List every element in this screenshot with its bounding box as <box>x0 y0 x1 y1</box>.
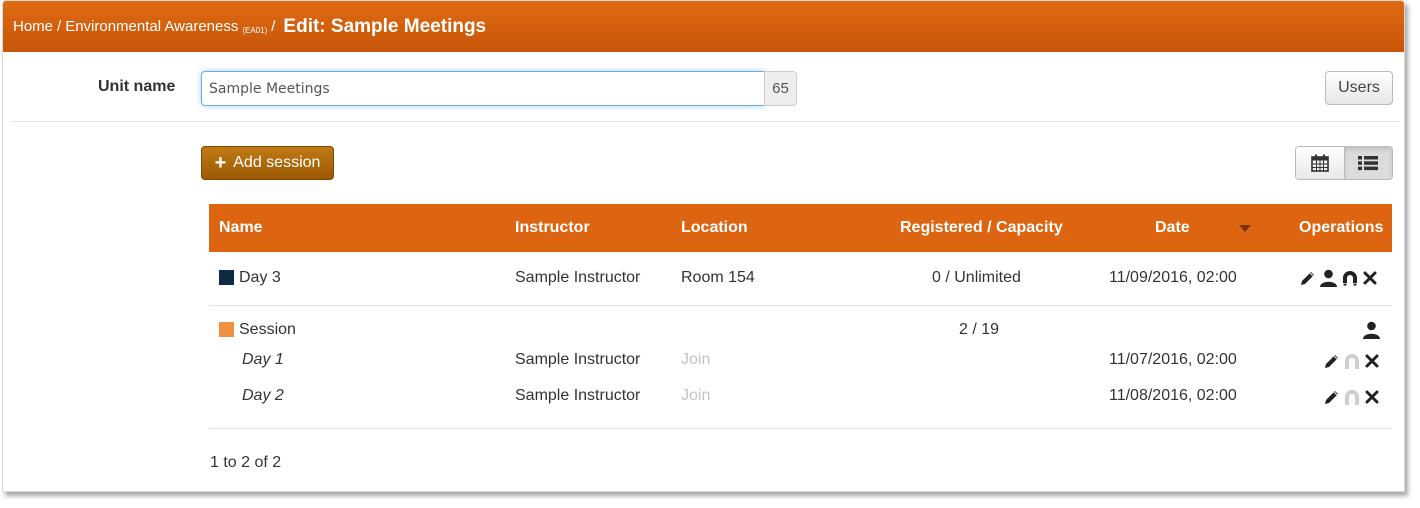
breadcrumb: Home / Environmental Awareness (EA01) / E… <box>3 1 1404 52</box>
view-toggle <box>1295 146 1393 180</box>
edit-icon[interactable] <box>1323 389 1340 406</box>
user-icon[interactable] <box>1319 269 1338 287</box>
session-registered: 0 / Unlimited <box>932 269 1021 286</box>
breadcrumb-course-code: (EA01) <box>242 26 268 35</box>
users-button[interactable]: Users <box>1325 71 1393 105</box>
session-date: 11/09/2016, 02:00 <box>1109 269 1237 286</box>
delete-icon[interactable] <box>1364 389 1380 405</box>
column-header-location[interactable]: Location <box>681 219 748 237</box>
page-title: Edit: Sample Meetings <box>283 15 487 37</box>
meeting-date: 11/07/2016, 02:00 <box>1109 351 1237 368</box>
session-name[interactable]: Day 3 <box>239 269 281 287</box>
session-location: Room 154 <box>681 269 755 286</box>
meeting-instructor: Sample Instructor <box>515 351 641 368</box>
column-header-name[interactable]: Name <box>219 219 263 237</box>
row-divider <box>209 428 1392 429</box>
session-name[interactable]: Session <box>239 321 296 339</box>
plus-icon: + <box>214 152 227 174</box>
session-instructor: Sample Instructor <box>515 269 641 286</box>
unit-name-input[interactable] <box>201 71 765 106</box>
user-icon[interactable] <box>1362 321 1381 339</box>
breadcrumb-home-link[interactable]: Home <box>13 18 53 35</box>
column-header-date[interactable]: Date <box>1155 219 1190 237</box>
magnet-icon[interactable] <box>1343 352 1361 370</box>
join-link[interactable]: Join <box>681 351 710 369</box>
calendar-icon <box>1310 154 1329 172</box>
add-session-label: Add session <box>233 154 321 171</box>
session-color-swatch <box>219 270 234 285</box>
breadcrumb-separator: / <box>57 18 62 35</box>
row-operations <box>1323 388 1380 406</box>
table-header: Name Instructor Location Registered / Ca… <box>209 204 1392 252</box>
row-operations <box>1299 269 1378 287</box>
column-header-registered[interactable]: Registered / Capacity <box>900 219 1063 237</box>
list-view-button[interactable] <box>1343 147 1392 179</box>
breadcrumb-course-name: Environmental Awareness <box>65 18 239 35</box>
row-operations <box>1323 352 1380 370</box>
column-header-instructor[interactable]: Instructor <box>515 219 590 237</box>
divider <box>10 121 1400 122</box>
session-color-swatch <box>219 322 234 337</box>
row-operations <box>1362 321 1381 339</box>
magnet-icon[interactable] <box>1343 388 1361 406</box>
calendar-view-button[interactable] <box>1296 147 1344 179</box>
column-header-operations: Operations <box>1299 219 1384 236</box>
meeting-date: 11/08/2016, 02:00 <box>1109 387 1237 404</box>
delete-icon[interactable] <box>1364 353 1380 369</box>
meeting-instructor: Sample Instructor <box>515 387 641 404</box>
edit-icon[interactable] <box>1323 353 1340 370</box>
session-registered: 2 / 19 <box>959 321 1000 338</box>
add-session-button[interactable]: + Add session <box>201 146 334 180</box>
row-divider <box>209 305 1392 306</box>
meeting-name[interactable]: Day 1 <box>242 351 284 369</box>
delete-icon[interactable] <box>1362 270 1378 286</box>
meeting-name[interactable]: Day 2 <box>242 387 284 405</box>
join-link[interactable]: Join <box>681 387 710 405</box>
edit-icon[interactable] <box>1299 270 1316 287</box>
char-count-addon: 65 <box>764 71 797 106</box>
pagination-summary: 1 to 2 of 2 <box>210 454 282 471</box>
sort-desc-icon <box>1239 225 1251 232</box>
magnet-icon[interactable] <box>1341 269 1359 287</box>
unit-name-label: Unit name <box>98 78 176 95</box>
breadcrumb-separator: / <box>271 18 276 35</box>
breadcrumb-course-link[interactable]: Environmental Awareness (EA01) <box>65 18 267 35</box>
editor-panel: Home / Environmental Awareness (EA01) / E… <box>2 0 1405 492</box>
list-icon <box>1358 156 1379 171</box>
